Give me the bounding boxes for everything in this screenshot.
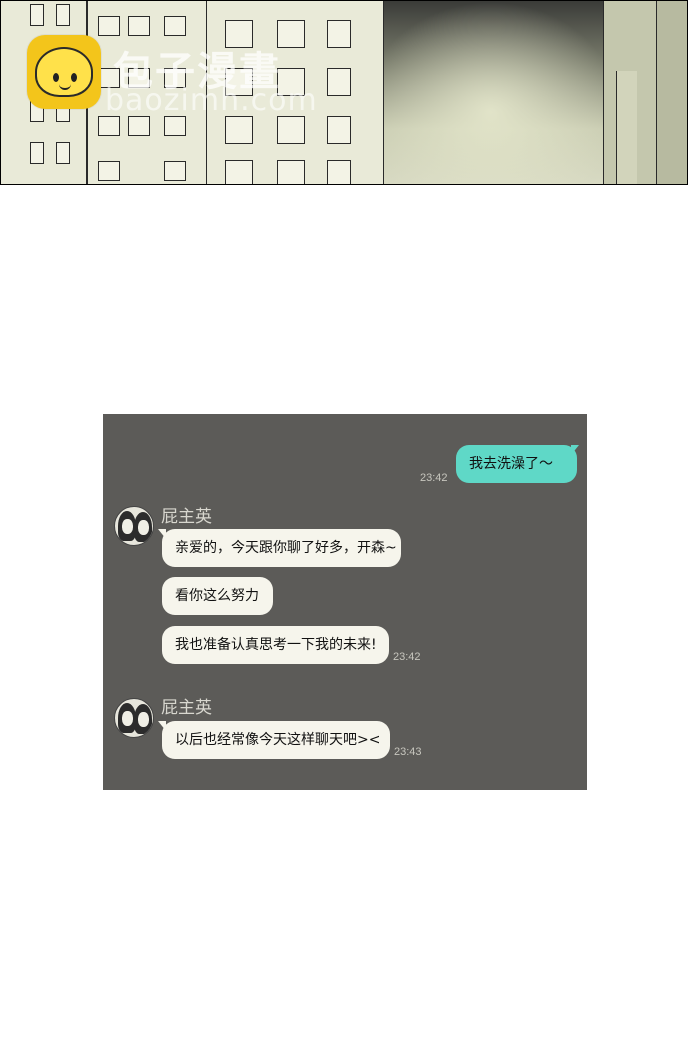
sky-glow: [361, 1, 621, 184]
watermark-logo: [27, 35, 101, 109]
message-timestamp: 23:43: [394, 746, 422, 758]
message-timestamp: 23:42: [420, 472, 448, 484]
building-right-front: [616, 71, 637, 184]
sender-name: 屁主英: [161, 507, 212, 527]
incoming-message-bubble[interactable]: 亲爱的，今天跟你聊了好多，开森~: [162, 529, 401, 567]
outgoing-message-bubble[interactable]: 我去洗澡了～: [456, 445, 577, 483]
comic-panel-cityscape: 包子漫畫 baozimh.com: [0, 0, 688, 185]
incoming-message-bubble[interactable]: 我也准备认真思考一下我的未来!: [162, 626, 389, 664]
bubble-tail: [571, 445, 579, 455]
sender-avatar[interactable]: [114, 506, 154, 546]
watermark-subtitle: baozimh.com: [105, 83, 318, 118]
message-timestamp: 23:42: [393, 651, 421, 663]
sender-name: 屁主英: [161, 698, 212, 718]
incoming-message-bubble[interactable]: 看你这么努力: [162, 577, 273, 615]
building-right-edge: [656, 1, 687, 184]
baozi-bun-icon: [35, 47, 93, 97]
sender-avatar[interactable]: [114, 698, 154, 738]
incoming-message-bubble[interactable]: 以后也经常像今天这样聊天吧><: [162, 721, 390, 759]
chat-panel: 23:42 我去洗澡了～ 屁主英 亲爱的，今天跟你聊了好多，开森~ 看你这么努力…: [103, 414, 587, 790]
